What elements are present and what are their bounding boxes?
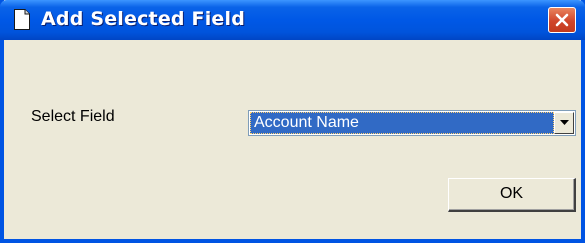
title-bar[interactable]: Add Selected Field [0, 0, 585, 40]
ok-button[interactable]: OK [448, 178, 576, 212]
close-icon [555, 13, 569, 27]
dialog-window: Add Selected Field Select Field Account … [0, 0, 585, 243]
field-select[interactable]: Account Name [248, 110, 576, 136]
dialog-title: Add Selected Field [41, 8, 246, 30]
close-button[interactable] [548, 7, 576, 33]
select-field-label: Select Field [31, 108, 115, 125]
document-icon [14, 9, 30, 30]
field-select-value[interactable]: Account Name [250, 112, 554, 134]
field-select-dropdown-button[interactable] [554, 112, 574, 134]
chevron-down-icon [560, 120, 569, 125]
